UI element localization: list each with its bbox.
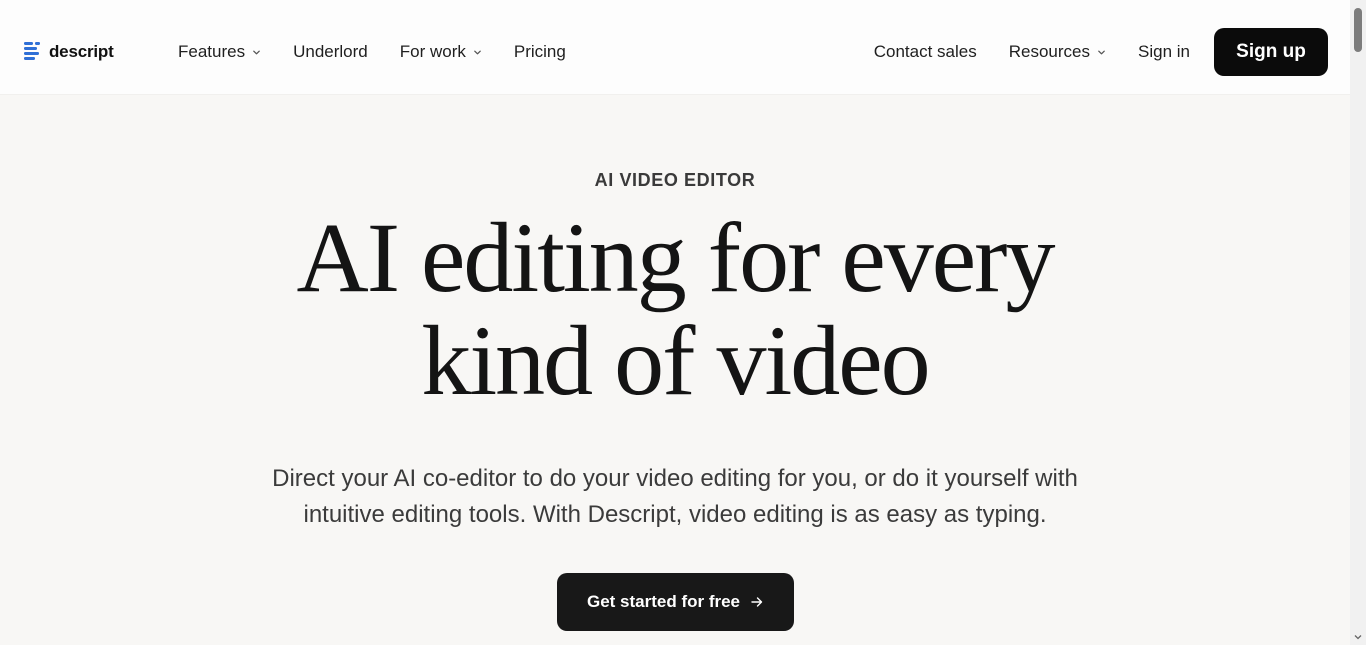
- descript-logo-icon: [24, 42, 40, 60]
- nav-underlord-label: Underlord: [293, 42, 368, 61]
- chevron-down-icon: [1098, 50, 1105, 54]
- chevron-down-icon: [253, 50, 260, 54]
- hero-subtext-line-1: Direct your AI co-editor to do your vide…: [272, 465, 1078, 492]
- chevron-down-icon: [474, 50, 481, 54]
- primary-nav: Features Underlord For work Pricing: [178, 40, 566, 64]
- sign-up-button[interactable]: Sign up: [1214, 28, 1328, 76]
- scroll-down-arrow-icon[interactable]: [1354, 633, 1362, 641]
- hero-subtext-line-2: intuitive editing tools. With Descript, …: [303, 501, 1047, 528]
- logo-link[interactable]: descript: [24, 40, 114, 64]
- page-scrollbar[interactable]: [1350, 0, 1366, 645]
- hero-subtext: Direct your AI co-editor to do your vide…: [225, 461, 1125, 533]
- nav-features[interactable]: Features: [178, 42, 261, 62]
- nav-resources-label: Resources: [1008, 42, 1091, 61]
- secondary-nav: Contact sales Resources Sign in Sign up: [874, 28, 1328, 76]
- hero-headline-line-1: AI editing for every: [296, 202, 1056, 313]
- nav-resources[interactable]: Resources: [1009, 42, 1106, 62]
- hero-headline-line-2: kind of video: [421, 305, 930, 416]
- nav-pricing-label: Pricing: [513, 42, 566, 61]
- page: descript Features Underlord For work Pri…: [0, 0, 1366, 645]
- nav-contact-sales[interactable]: Contact sales: [874, 42, 977, 62]
- nav-for-work-label: For work: [399, 42, 466, 61]
- nav-underlord[interactable]: Underlord: [293, 42, 368, 62]
- brand-name: descript: [49, 42, 114, 61]
- hero-eyebrow: AI VIDEO EDITOR: [594, 170, 756, 190]
- scrollbar-thumb[interactable]: [1354, 8, 1362, 52]
- get-started-button[interactable]: Get started for free: [557, 573, 794, 631]
- nav-features-label: Features: [178, 42, 246, 61]
- hero-headline: AI editing for every kind of video: [0, 206, 1350, 412]
- nav-contact-sales-label: Contact sales: [873, 42, 977, 61]
- site-header: descript Features Underlord For work Pri…: [0, 0, 1350, 95]
- arrow-right-icon: [751, 597, 763, 607]
- get-started-label: Get started for free: [586, 592, 741, 611]
- sign-in-label: Sign in: [1138, 42, 1190, 61]
- nav-for-work[interactable]: For work: [400, 42, 482, 62]
- sign-in-link[interactable]: Sign in: [1138, 42, 1190, 62]
- nav-pricing[interactable]: Pricing: [514, 42, 566, 62]
